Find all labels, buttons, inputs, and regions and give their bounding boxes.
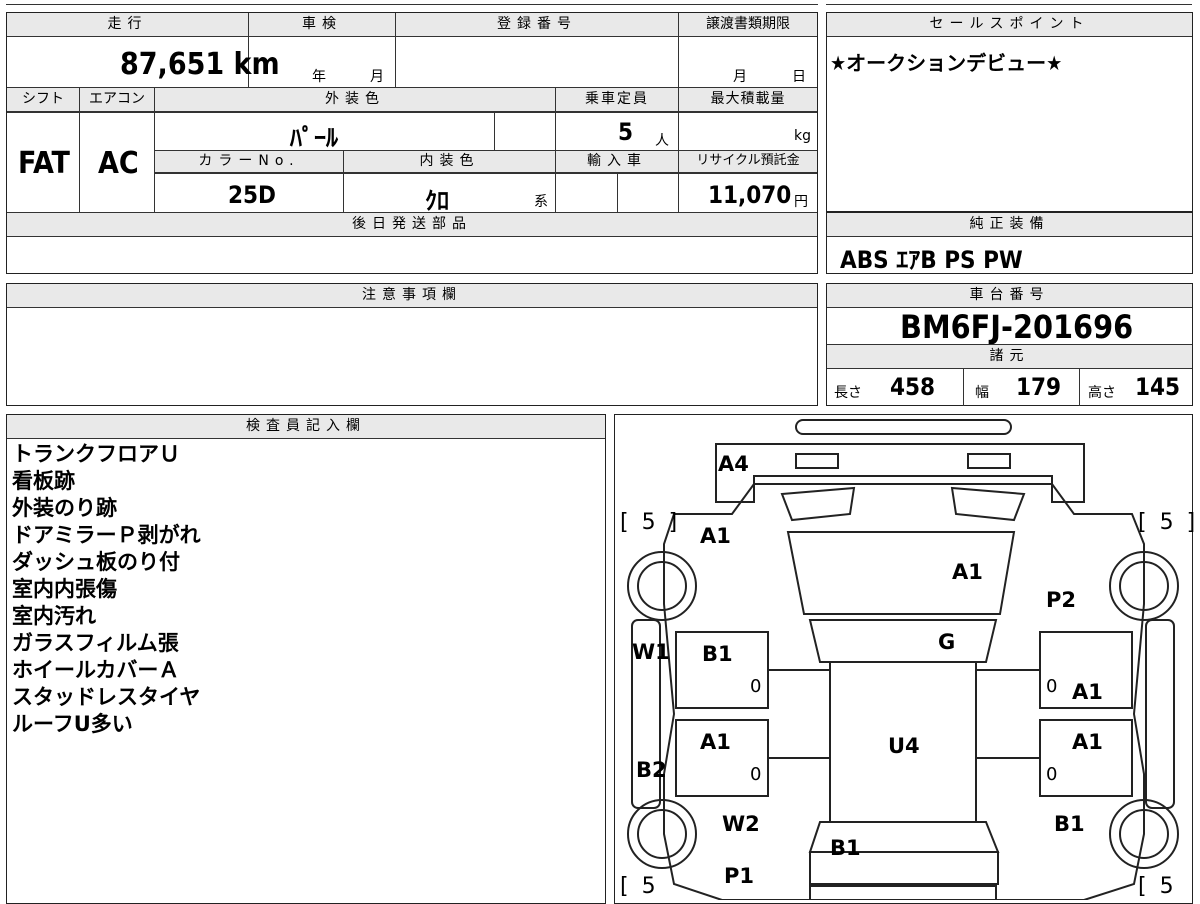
recycle-header: リサイクル預託金 xyxy=(679,151,817,173)
tire-tread-rear-left: [ 5 xyxy=(620,874,659,899)
color-no-header: カラーNo. xyxy=(155,151,343,173)
list-item: ダッシュ板のり付 xyxy=(12,550,180,574)
list-item: ドアミラーＰ剥がれ xyxy=(12,523,201,547)
inspector-list: トランクフロアＵ 看板跡 外装のり跡 ドアミラーＰ剥がれ ダッシュ板のり付 室内… xyxy=(12,441,201,738)
transfer-day: 日 xyxy=(792,69,806,85)
interior-color-suffix: 系 xyxy=(534,194,548,210)
exterior-color-header: 外装色 xyxy=(155,88,555,112)
list-item: スタッドレスタイヤ xyxy=(12,685,201,709)
inspector-header: 検査員記入欄 xyxy=(7,415,605,439)
damage-label-a1-hood: A1 xyxy=(952,560,983,584)
later-parts-header: 後日発送部品 xyxy=(7,213,817,237)
transfer-month: 月 xyxy=(733,69,747,85)
capacity-header: 乗車定員 xyxy=(556,88,678,112)
mileage-value: 87,651 km xyxy=(120,47,280,82)
damage-label-g: G xyxy=(938,630,956,654)
list-item: 室内汚れ xyxy=(12,604,96,628)
height-label: 高さ xyxy=(1088,385,1116,401)
import-header: 輸入車 xyxy=(556,151,678,173)
front-fascia-shape xyxy=(715,443,1085,503)
recycle-value: 11,070 xyxy=(708,181,792,209)
list-item: ガラスフィルム張 xyxy=(12,631,179,655)
load-unit: kg xyxy=(794,128,811,144)
shift-value: FAT xyxy=(18,146,70,181)
equipment-value: ABS ｴｱB PS PW xyxy=(840,246,1023,274)
damage-label-b1-rear-right: B1 xyxy=(1054,812,1085,836)
lamp-right-shape xyxy=(950,486,1026,522)
length-value: 458 xyxy=(890,373,936,401)
tread-zero-rear-right: 0 xyxy=(1046,764,1058,785)
registration-header: 登録番号 xyxy=(396,13,678,37)
sales-point-header: セールスポイント xyxy=(827,13,1192,37)
width-label: 幅 xyxy=(975,385,989,401)
damage-label-p1: P1 xyxy=(724,864,755,888)
damage-label-u4-roof: U4 xyxy=(888,734,920,758)
damage-label-b2: B2 xyxy=(636,758,667,782)
shaken-month: 月 xyxy=(370,69,384,85)
ac-header: エアコン xyxy=(80,88,154,112)
car-outline-diagram xyxy=(627,419,1179,900)
windshield-shape xyxy=(808,619,998,663)
chassis-number: BM6FJ-201696 xyxy=(900,308,1134,346)
color-no-value: 25D xyxy=(228,181,276,209)
damage-label-a1-front-right-door: A1 xyxy=(1072,680,1103,704)
headlight-left-shape xyxy=(795,453,839,469)
list-item: ルーフU多い xyxy=(12,712,133,736)
damage-label-a4: A4 xyxy=(718,452,749,476)
height-value: 145 xyxy=(1135,373,1181,401)
mileage-header: 走行 xyxy=(7,13,248,37)
damage-label-w2: W2 xyxy=(722,812,760,836)
equipment-header: 純正装備 xyxy=(827,213,1192,237)
lamp-left-shape xyxy=(780,486,856,522)
interior-color-value: ｸﾛ xyxy=(425,187,449,215)
width-value: 179 xyxy=(1016,373,1062,401)
recycle-unit: 円 xyxy=(794,194,808,210)
list-item: トランクフロアＵ xyxy=(12,442,180,466)
damage-label-p2: P2 xyxy=(1046,588,1077,612)
tread-zero-front-left: 0 xyxy=(750,676,762,697)
exterior-color-value: ﾊﾟｰﾙ xyxy=(290,124,338,152)
list-item: 室内内張傷 xyxy=(12,577,117,601)
list-item: ホイールカバーＡ xyxy=(12,658,180,682)
capacity-value: 5 xyxy=(618,118,634,146)
damage-label-a1-rear-right-door: A1 xyxy=(1072,730,1103,754)
tire-tread-front-left: [ 5 ] xyxy=(620,510,681,535)
tread-zero-front-right: 0 xyxy=(1046,676,1058,697)
tire-tread-rear-right: [ 5 xyxy=(1138,874,1177,899)
transfer-deadline-header: 譲渡書類期限 xyxy=(679,13,817,37)
max-load-header: 最大積載量 xyxy=(679,88,817,112)
shaken-year: 年 xyxy=(312,69,326,85)
list-item: 外装のり跡 xyxy=(12,496,117,520)
rear-bumper-shape xyxy=(809,885,997,900)
tire-tread-front-right: [ 5 ] xyxy=(1138,510,1199,535)
dims-header: 諸元 xyxy=(827,345,1192,369)
tread-zero-rear-left: 0 xyxy=(750,764,762,785)
ac-value: AC xyxy=(98,146,139,181)
shaken-header: 車検 xyxy=(249,13,395,37)
damage-label-a1-rear-left-door: A1 xyxy=(700,730,731,754)
interior-color-header: 内装色 xyxy=(344,151,555,173)
front-bumper-shape xyxy=(795,419,1012,435)
shift-header: シフト xyxy=(7,88,79,112)
damage-label-w1: W1 xyxy=(632,640,670,664)
sales-point-text: ★オークションデビュー★ xyxy=(830,51,1063,75)
damage-label-a1-front-left: A1 xyxy=(700,524,731,548)
length-label: 長さ xyxy=(834,385,862,401)
sales-point-block xyxy=(826,12,1193,212)
damage-label-b1-front-left-door: B1 xyxy=(702,642,733,666)
chassis-header: 車台番号 xyxy=(827,284,1192,308)
notes-header: 注意事項欄 xyxy=(7,284,817,308)
headlight-right-shape xyxy=(967,453,1011,469)
top-cut-border xyxy=(6,4,818,5)
damage-label-b1-trunk: B1 xyxy=(830,836,861,860)
top-cut-border-right xyxy=(826,4,1192,5)
rocker-right-shape xyxy=(1145,619,1175,809)
capacity-unit: 人 xyxy=(655,133,669,149)
list-item: 看板跡 xyxy=(12,469,75,493)
